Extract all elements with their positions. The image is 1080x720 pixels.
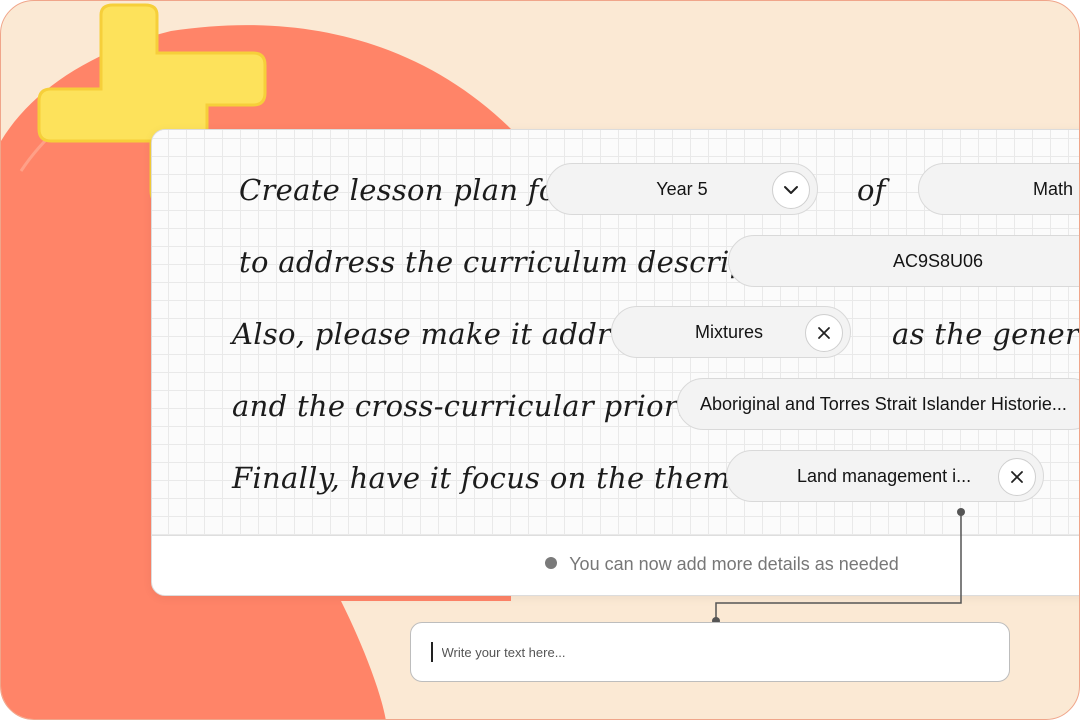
text-cursor bbox=[431, 642, 433, 662]
text-input-box[interactable] bbox=[410, 622, 1010, 682]
connector-line bbox=[712, 508, 965, 625]
app-frame: Create lesson plan for Year 5 of Math to… bbox=[0, 0, 1080, 720]
details-text-input[interactable] bbox=[441, 644, 982, 660]
